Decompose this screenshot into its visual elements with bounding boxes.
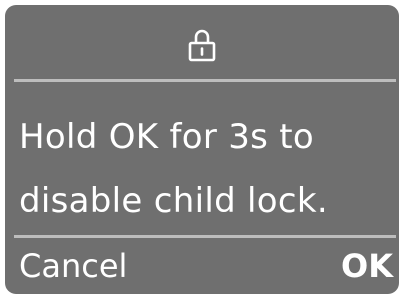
ok-button[interactable]: OK	[341, 241, 393, 291]
lock-icon	[188, 29, 216, 62]
child-lock-dialog: Hold OK for 3s to disable child lock. Ca…	[5, 5, 399, 294]
message-line-1: Hold OK for 3s to	[19, 117, 315, 157]
bottom-divider	[14, 235, 396, 238]
lock-icon-container	[5, 23, 399, 67]
top-divider	[14, 79, 396, 82]
dialog-message: Hold OK for 3s to disable child lock.	[19, 105, 395, 233]
cancel-button[interactable]: Cancel	[19, 241, 127, 291]
message-line-2: disable child lock.	[19, 181, 328, 221]
